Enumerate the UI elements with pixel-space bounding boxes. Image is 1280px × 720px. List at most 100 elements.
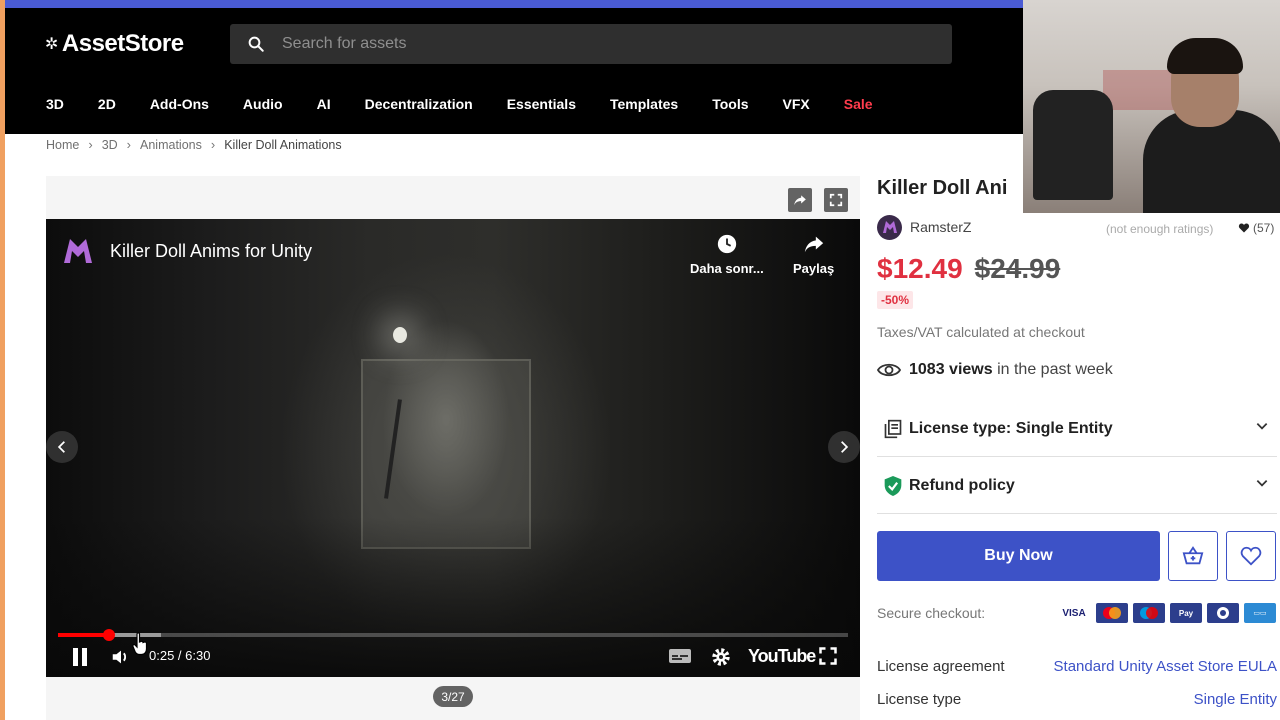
video-title[interactable]: Killer Doll Anims for Unity [110,241,312,262]
search-input[interactable] [282,35,882,53]
gallery-counter: 3/27 [433,686,473,707]
webcam-chair [1033,90,1113,200]
watch-later-label: Daha sonr... [690,261,764,276]
webcam-person-hair [1167,38,1243,74]
heart-outline-icon [1240,546,1262,566]
visa-icon: VISA [1058,603,1090,623]
license-type-link[interactable]: Single Entity [1194,691,1277,715]
subtitles-icon[interactable] [668,646,692,666]
views-count: 1083 views [909,361,993,378]
youtube-player[interactable]: Killer Doll Anims for Unity Daha sonr...… [46,219,860,677]
previous-arrow-icon[interactable] [46,431,78,463]
category-nav: 3D 2D Add-Ons Audio AI Decentralization … [46,96,907,112]
refund-policy-accordion[interactable]: Refund policy [877,458,1277,514]
cart-icon [1182,546,1204,565]
sale-price: $12.49 [877,253,963,284]
next-arrow-icon[interactable] [828,431,860,463]
nav-decentralization[interactable]: Decentralization [365,96,473,112]
youtube-logo[interactable]: YouTube [748,646,816,667]
publisher-row: RamsterZ [877,214,1277,240]
license-accordion-label: License type: Single Entity [909,419,1113,437]
player-controls: 0:25 / 6:30 YouTube [46,643,860,673]
mastercard-icon [1096,603,1128,623]
publisher-name[interactable]: RamsterZ [910,219,971,235]
nav-audio[interactable]: Audio [243,96,283,112]
buy-now-button[interactable]: Buy Now [877,531,1160,581]
license-agreement-key: License agreement [877,658,1005,675]
chevron-down-icon [1255,419,1269,438]
nav-templates[interactable]: Templates [610,96,678,112]
publisher-avatar[interactable] [877,214,902,240]
ratings-note: (not enough ratings) [1106,222,1214,236]
played-bar [58,633,109,637]
fullscreen-icon[interactable] [824,188,848,212]
add-to-wishlist-button[interactable] [1226,531,1276,581]
unity-logo-icon: ✲ [45,36,58,53]
breadcrumb-current: Killer Doll Animations [224,137,342,152]
visa-label: VISA [1062,607,1086,619]
views-suffix: in the past week [997,361,1113,378]
favorites-label: (57) [1253,221,1275,235]
share-arrow-icon [804,236,823,253]
tax-note: Taxes/VAT calculated at checkout [877,324,1085,340]
product-title: Killer Doll Ani [877,177,1008,199]
nav-vfx[interactable]: VFX [783,96,810,112]
license-document-icon [883,419,903,439]
refund-accordion-label: Refund policy [909,476,1015,494]
eye-icon [877,363,901,377]
scrubber-handle[interactable] [102,629,115,641]
video-progress-bar[interactable] [58,629,848,641]
original-price: $24.99 [974,253,1061,284]
weekly-views: 1083 views in the past week [877,361,1113,379]
channel-logo-icon[interactable] [60,233,96,269]
video-scene-lamp [393,327,407,343]
breadcrumb: Home › 3D › Animations › Killer Doll Ani… [46,137,342,152]
settings-gear-icon[interactable] [710,646,732,668]
breadcrumb-home[interactable]: Home [46,138,79,152]
license-agreement-link[interactable]: Standard Unity Asset Store EULA [1054,658,1277,682]
diners-club-icon [1207,603,1239,623]
license-type-accordion[interactable]: License type: Single Entity [877,401,1277,457]
video-time: 0:25 / 6:30 [149,648,211,663]
clock-icon [717,234,737,254]
favorites-count[interactable]: (57) [1238,221,1274,235]
top-accent-bar [5,0,1023,8]
price-block: $12.49 $24.99 [877,253,1060,285]
heart-icon [1238,223,1250,233]
chevron-right-icon: › [210,137,216,152]
chevron-down-icon [1255,476,1269,495]
watch-later-button[interactable]: Daha sonr... [690,233,764,276]
discount-badge: -50% [877,291,914,309]
amex-icon: ▭▭ [1244,603,1276,623]
nav-essentials[interactable]: Essentials [507,96,576,112]
logo-text: AssetStore [61,30,184,57]
paypal-icon: Pay [1170,603,1202,623]
breadcrumb-3d[interactable]: 3D [102,138,118,152]
player-fullscreen-icon[interactable] [818,646,838,666]
license-type-row: License type Single Entity [877,691,1277,715]
nav-3d[interactable]: 3D [46,96,64,112]
shield-check-icon [883,475,903,496]
volume-icon[interactable] [110,646,132,668]
pause-icon[interactable] [70,646,90,668]
video-title-bar: Killer Doll Anims for Unity [60,233,312,269]
nav-ai[interactable]: AI [317,96,331,112]
nav-tools[interactable]: Tools [712,96,748,112]
search-icon [230,35,282,53]
license-type-key: License type [877,691,962,708]
nav-add-ons[interactable]: Add-Ons [150,96,209,112]
maestro-icon [1133,603,1165,623]
secure-checkout-label: Secure checkout: [877,605,986,621]
nav-sale[interactable]: Sale [844,96,873,112]
chevron-right-icon: › [88,137,93,152]
hand-cursor-icon [132,632,148,656]
breadcrumb-animations[interactable]: Animations [140,138,202,152]
chevron-right-icon: › [126,137,132,152]
site-header: ✲ AssetStore 3D 2D Add-Ons Audio AI Dece… [5,8,1023,134]
share-icon[interactable] [788,188,812,212]
add-to-cart-button[interactable] [1168,531,1218,581]
asset-store-logo[interactable]: ✲ AssetStore [45,30,184,58]
search-bar[interactable] [230,24,952,64]
nav-2d[interactable]: 2D [98,96,116,112]
video-share-button[interactable]: Paylaş [793,233,834,276]
